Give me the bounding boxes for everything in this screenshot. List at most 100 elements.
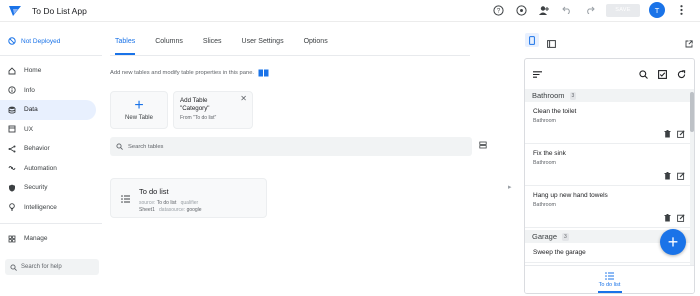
phone-icon [529,35,535,45]
group-name: Bathroom [532,91,565,100]
more-vert-icon[interactable] [674,3,688,17]
list-icon [121,195,130,203]
bottom-nav-label: To do list [598,281,621,288]
sidebar-divider [0,223,102,224]
preview-controls [525,33,695,49]
item-category: Bathroom [533,202,556,208]
info-icon [8,86,16,94]
table-meta: source: To do list qualifier Sheet1 data… [139,200,202,214]
sidebar-item-info[interactable]: Info [0,81,96,101]
add-fab-button[interactable]: + [660,229,686,255]
sidebar-item-label: Behavior [24,145,50,153]
search-icon[interactable] [639,69,648,79]
mobile-view-button[interactable] [525,33,539,47]
suggested-table-card[interactable]: Add Table "Category" From "To do list" ✕ [173,91,253,129]
book-icon[interactable] [258,69,269,77]
deploy-status[interactable]: Not Deployed [0,33,102,49]
help-icon[interactable]: ? [491,3,505,17]
sidebar-item-label: Security [24,184,48,192]
sheet-value: Sheet1 [139,207,155,213]
sidebar-item-data[interactable]: Data [0,100,96,120]
tab-slices[interactable]: Slices [203,38,222,55]
edit-icon[interactable] [677,130,685,138]
tablet-view-button[interactable] [547,35,556,53]
qualifier-label: qualifier [180,200,199,206]
svg-text:?: ? [496,7,500,14]
preview-scrollbar[interactable] [690,89,694,269]
list-icon [605,271,614,280]
ux-icon [8,125,16,133]
share-user-icon[interactable] [537,3,551,17]
group-count: 3 [562,232,569,241]
sidebar-item-label: Intelligence [24,203,57,211]
new-table-button[interactable]: + New Table [110,91,168,129]
sidebar-item-label: Info [24,86,35,94]
preview-toolbar [525,59,694,89]
delete-icon[interactable] [664,214,671,222]
new-table-label: New Table [125,114,153,121]
group-header-bathroom: Bathroom 3 [525,89,694,102]
avatar[interactable]: T [649,2,665,18]
tab-columns[interactable]: Columns [155,38,183,55]
plus-icon: + [667,231,679,252]
source-label: source: [139,200,156,206]
sidebar-item-manage[interactable]: Manage [0,229,96,249]
sidebar-item-label: Manage [24,235,48,243]
tab-options[interactable]: Options [304,38,328,55]
home-icon [8,67,16,75]
list-item[interactable]: Clean the toilet Bathroom [525,102,694,144]
delete-icon[interactable] [664,172,671,180]
sidebar-item-behavior[interactable]: Behavior [0,139,96,159]
refresh-icon[interactable] [677,69,686,79]
close-icon[interactable]: ✕ [240,95,247,103]
behavior-icon [8,145,16,153]
search-icon [10,263,17,271]
group-count: 3 [569,91,577,100]
sidebar: Not Deployed Home Info Data UX Behavior … [0,33,102,249]
item-title: Clean the toilet [533,108,577,115]
appsheet-logo-icon [9,5,21,16]
sidebar-item-automation[interactable]: Automation [0,159,96,179]
datasource-label: datasource: [159,207,186,213]
tablet-icon [547,40,556,48]
search-help-input[interactable]: Search for help [5,259,99,275]
sidebar-item-home[interactable]: Home [0,61,96,81]
save-button[interactable]: SAVE [606,3,640,17]
search-icon [116,143,123,150]
redo-icon[interactable] [583,3,597,17]
edit-icon[interactable] [677,214,685,222]
preview-eye-icon[interactable] [514,3,528,17]
chevron-right-icon[interactable]: ▸ [508,183,512,191]
sidebar-item-label: UX [24,125,34,133]
tab-tables[interactable]: Tables [115,38,136,55]
item-category: Bathroom [533,160,556,166]
deploy-status-label: Not Deployed [21,37,61,45]
app-preview: Bathroom 3 Clean the toilet Bathroom Fix… [524,58,695,294]
table-name: To do list [139,187,169,196]
undo-icon[interactable] [560,3,574,17]
shield-icon [9,184,15,192]
suggestion-line2: "Category" [180,105,210,112]
view-toggle-icon[interactable] [479,141,487,149]
open-external-button[interactable] [685,35,693,53]
list-item[interactable]: Hang up new hand towels Bathroom [525,186,694,228]
datasource-value: google [186,207,202,213]
sidebar-item-label: Automation [24,164,57,172]
edit-icon[interactable] [677,172,685,180]
sidebar-item-ux[interactable]: UX [0,120,96,140]
table-card-to-do-list[interactable]: To do list source: To do list qualifier … [110,178,267,218]
list-item[interactable]: Fix the sink Bathroom [525,144,694,186]
item-title: Fix the sink [533,150,566,157]
delete-icon[interactable] [664,130,671,138]
sidebar-item-security[interactable]: Security [0,178,96,198]
automation-icon [8,166,16,171]
tab-user-settings[interactable]: User Settings [242,38,284,55]
search-tables-input[interactable]: Search tables [110,137,472,156]
select-checkbox-icon[interactable] [658,69,667,79]
sidebar-item-label: Home [24,67,42,75]
suggestion-line1: Add Table [180,97,208,104]
sidebar-item-intelligence[interactable]: Intelligence [0,198,96,218]
sort-menu-icon[interactable] [533,70,542,78]
bottom-nav-to-do-list[interactable]: To do list [525,265,694,293]
search-tables-placeholder: Search tables [128,143,164,150]
